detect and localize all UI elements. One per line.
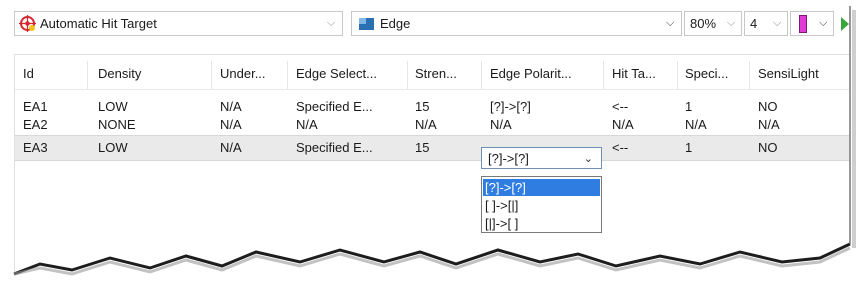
hit-target-label: Automatic Hit Target <box>40 16 157 31</box>
option-empty-to-bar[interactable]: [ ]->[|] <box>483 197 600 214</box>
column-divider[interactable] <box>87 61 88 89</box>
cell-special: 1 <box>685 99 693 114</box>
table-row-selected[interactable]: EA3 LOW N/A Specified E... 15 <-- 1 NO <box>15 135 864 161</box>
cell-special: N/A <box>685 117 707 132</box>
cell-id: EA2 <box>23 117 48 132</box>
cell-density: LOW <box>98 99 128 114</box>
run-icon[interactable] <box>839 15 851 33</box>
column-header-under[interactable]: Under... <box>220 66 266 81</box>
cell-edge-polarity: [?]->[?] <box>490 99 531 114</box>
table-header: Id Density Under... Edge Select... Stren… <box>15 61 864 90</box>
cell-edge-select: Specified E... <box>296 99 373 114</box>
cell-id: EA3 <box>23 140 48 155</box>
option-bar-to-empty[interactable]: [|]->[ ] <box>483 215 600 232</box>
cell-density: LOW <box>98 140 128 155</box>
edge-tool-icon <box>359 18 374 30</box>
cell-under: N/A <box>220 117 242 132</box>
column-header-edge-polarity[interactable]: Edge Polarit... <box>490 66 572 81</box>
cell-sensilight: NO <box>758 140 778 155</box>
chevron-down-icon: ⌵ <box>819 17 828 29</box>
cell-sensilight: N/A <box>758 117 780 132</box>
edge-tool-dropdown[interactable]: Edge ⌵ <box>351 11 682 36</box>
edge-polarity-options: [?]->[?] [ ]->[|] [|]->[ ] <box>481 176 602 233</box>
table-row[interactable]: EA1 LOW N/A Specified E... 15 [?]->[?] <… <box>15 97 864 115</box>
cell-under: N/A <box>220 99 242 114</box>
line-width-value: 4 <box>750 16 758 31</box>
cell-special: 1 <box>685 140 693 155</box>
column-header-strength[interactable]: Stren... <box>415 66 457 81</box>
hit-target-dropdown[interactable]: Automatic Hit Target ⌵ <box>14 11 343 36</box>
chevron-down-icon: ⌵ <box>327 17 336 29</box>
column-header-sensilight[interactable]: SensiLight <box>758 66 819 81</box>
chevron-down-icon: ⌄ <box>583 153 593 165</box>
zoom-value: 80% <box>690 16 717 31</box>
column-header-density[interactable]: Density <box>98 66 141 81</box>
option-both-unknown[interactable]: [?]->[?] <box>483 179 600 196</box>
zoom-dropdown[interactable]: 80% ⌵ <box>684 11 742 36</box>
line-width-dropdown[interactable]: 4 ⌵ <box>744 11 788 36</box>
cell-edge-select: Specified E... <box>296 140 373 155</box>
edge-polarity-value: [?]->[?] <box>488 151 529 166</box>
cell-strength: 15 <box>415 140 430 155</box>
chevron-down-icon: ⌵ <box>727 17 736 29</box>
column-divider[interactable] <box>407 61 408 89</box>
column-divider[interactable] <box>603 61 604 89</box>
cell-strength: N/A <box>415 117 437 132</box>
chevron-down-icon: ⌵ <box>666 17 675 29</box>
column-divider[interactable] <box>287 61 288 89</box>
column-header-edge-select[interactable]: Edge Select... <box>296 66 377 81</box>
color-swatch <box>799 15 807 33</box>
edge-polarity-select[interactable]: [?]->[?] ⌄ <box>481 147 602 169</box>
color-dropdown[interactable]: ⌵ <box>790 11 834 36</box>
edge-table: Id Density Under... Edge Select... Stren… <box>14 54 864 290</box>
column-header-hit-target[interactable]: Hit Ta... <box>612 66 656 81</box>
cell-density: NONE <box>98 117 136 132</box>
cell-id: EA1 <box>23 99 48 114</box>
toolbar: Automatic Hit Target ⌵ Edge ⌵ 80% ⌵ 4 ⌵ … <box>14 11 864 36</box>
column-divider[interactable] <box>749 61 750 89</box>
cell-edge-polarity: N/A <box>490 117 512 132</box>
cell-edge-select: N/A <box>296 117 318 132</box>
column-header-id[interactable]: Id <box>23 66 34 81</box>
column-divider[interactable] <box>677 61 678 89</box>
cell-sensilight: NO <box>758 99 778 114</box>
cell-strength: 15 <box>415 99 430 114</box>
cell-hit-target: N/A <box>612 117 634 132</box>
column-divider[interactable] <box>481 61 482 89</box>
cell-under: N/A <box>220 140 242 155</box>
cell-hit-target: <-- <box>612 99 629 114</box>
crosshair-target-icon <box>19 15 36 32</box>
column-divider[interactable] <box>211 61 212 89</box>
edge-tool-label: Edge <box>380 16 411 31</box>
table-row[interactable]: EA2 NONE N/A N/A N/A N/A N/A N/A N/A <box>15 115 864 133</box>
chevron-down-icon: ⌵ <box>773 17 782 29</box>
cell-hit-target: <-- <box>612 140 629 155</box>
column-header-special[interactable]: Speci... <box>685 66 728 81</box>
